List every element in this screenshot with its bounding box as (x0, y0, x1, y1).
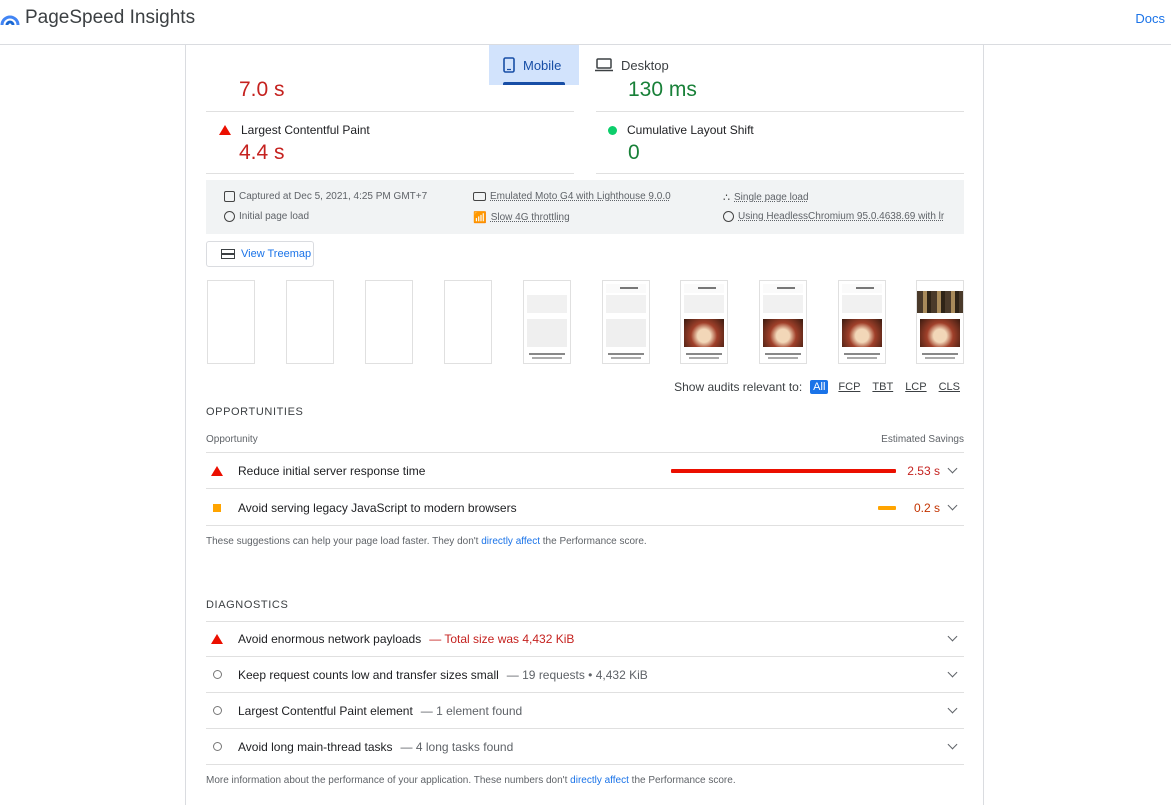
nodes-icon: ∴ (723, 192, 730, 204)
metric-label: Largest Contentful Paint (241, 123, 370, 137)
chevron-down-icon[interactable] (947, 739, 958, 750)
diagnostics-title: DIAGNOSTICS (206, 599, 289, 611)
filter-all[interactable]: All (810, 380, 829, 394)
filmstrip-frame (365, 280, 413, 364)
diagnostics-note: More information about the performance o… (206, 775, 736, 786)
treemap-icon (221, 249, 235, 259)
opportunities-title: OPPORTUNITIES (206, 406, 304, 418)
docs-link[interactable]: Docs (1135, 11, 1165, 26)
chevron-down-icon[interactable] (947, 667, 958, 678)
diagnostic-row[interactable]: Avoid long main-thread tasks — 4 long ta… (206, 729, 964, 765)
chevron-down-icon[interactable] (947, 631, 958, 642)
chrome-icon (723, 211, 734, 222)
opportunity-row[interactable]: Reduce initial server response time 2.53… (206, 453, 964, 489)
filmstrip-frame (916, 280, 964, 364)
divider (206, 111, 574, 112)
fail-triangle-icon (211, 465, 223, 476)
filmstrip-frame (680, 280, 728, 364)
devices-icon (473, 192, 486, 201)
directly-affect-link[interactable]: directly affect (570, 775, 629, 786)
filmstrip-frame (523, 280, 571, 364)
savings-bar (671, 468, 896, 473)
pass-circle-icon (608, 125, 617, 135)
savings-value: 2.53 s (907, 463, 940, 478)
wifi-icon: 📶 (473, 212, 487, 224)
filmstrip-frame (444, 280, 492, 364)
info-circle-icon (212, 670, 222, 679)
timer-icon (224, 211, 235, 222)
throttling-info[interactable]: 📶 Slow 4G throttling (473, 211, 570, 224)
tab-mobile[interactable]: Mobile (489, 45, 579, 85)
metric-lcp: Largest Contentful Paint 4.4 s (219, 123, 587, 165)
tab-desktop[interactable]: Desktop (579, 45, 683, 85)
opportunities-note: These suggestions can help your page loa… (206, 536, 647, 547)
phone-icon (503, 57, 515, 73)
filter-fcp[interactable]: FCP (836, 380, 862, 394)
divider (596, 111, 964, 112)
tab-desktop-label: Desktop (621, 57, 669, 73)
brand-title[interactable]: PageSpeed Insights (25, 7, 195, 29)
filmstrip (207, 280, 967, 365)
view-treemap-button[interactable]: View Treemap (206, 241, 314, 267)
audit-filter: Show audits relevant to: All FCP TBT LCP… (674, 380, 962, 394)
initial-load-info: Initial page load (224, 211, 309, 222)
filmstrip-frame (286, 280, 334, 364)
info-circle-icon (212, 742, 222, 751)
calendar-icon (224, 191, 235, 202)
savings-value: 0.2 s (913, 500, 940, 515)
report-card: 7.0 s 130 ms Largest Contentful Paint 4.… (185, 45, 984, 805)
info-circle-icon (212, 706, 222, 715)
emulated-device-info[interactable]: Emulated Moto G4 with Lighthouse 9.0.0 (473, 191, 671, 202)
metric-label: Cumulative Layout Shift (627, 123, 754, 137)
fail-triangle-icon (211, 633, 223, 644)
opportunity-row[interactable]: Avoid serving legacy JavaScript to moder… (206, 490, 964, 526)
opportunities-column-header: Opportunity Estimated Savings (206, 434, 964, 453)
diagnostic-row[interactable]: Largest Contentful Paint element — 1 ele… (206, 693, 964, 729)
top-bar: PageSpeed Insights Docs (0, 0, 1171, 45)
filter-lcp[interactable]: LCP (903, 380, 928, 394)
chevron-down-icon[interactable] (947, 463, 958, 474)
metric-value: 0 (628, 141, 640, 164)
metric-cls: Cumulative Layout Shift 0 (608, 123, 976, 165)
pagespeed-logo-icon[interactable] (0, 9, 20, 27)
filmstrip-frame (602, 280, 650, 364)
filmstrip-frame (207, 280, 255, 364)
device-tabs: Mobile Desktop (489, 45, 683, 85)
savings-bar (878, 505, 896, 510)
fail-triangle-icon (219, 125, 231, 135)
divider (596, 173, 964, 174)
diagnostic-row[interactable]: Keep request counts low and transfer siz… (206, 657, 964, 693)
chevron-down-icon[interactable] (947, 500, 958, 511)
single-load-info[interactable]: ∴ Single page load (723, 191, 809, 204)
browser-info[interactable]: Using HeadlessChromium 95.0.4638.69 with… (723, 211, 944, 222)
filter-cls[interactable]: CLS (937, 380, 962, 394)
divider (206, 173, 574, 174)
directly-affect-link[interactable]: directly affect (481, 536, 540, 547)
laptop-icon (595, 58, 613, 72)
average-square-icon (213, 503, 221, 512)
filmstrip-frame (838, 280, 886, 364)
chevron-down-icon[interactable] (947, 703, 958, 714)
tab-mobile-label: Mobile (523, 57, 562, 73)
metric-value: 4.4 s (239, 141, 285, 164)
filmstrip-frame (759, 280, 807, 364)
captured-info: Captured at Dec 5, 2021, 4:25 PM GMT+7 (224, 191, 427, 202)
filter-tbt[interactable]: TBT (870, 380, 895, 394)
diagnostic-row[interactable]: Avoid enormous network payloads — Total … (206, 621, 964, 657)
filter-label: Show audits relevant to: (674, 380, 803, 394)
run-info-panel: Captured at Dec 5, 2021, 4:25 PM GMT+7 I… (206, 180, 964, 234)
